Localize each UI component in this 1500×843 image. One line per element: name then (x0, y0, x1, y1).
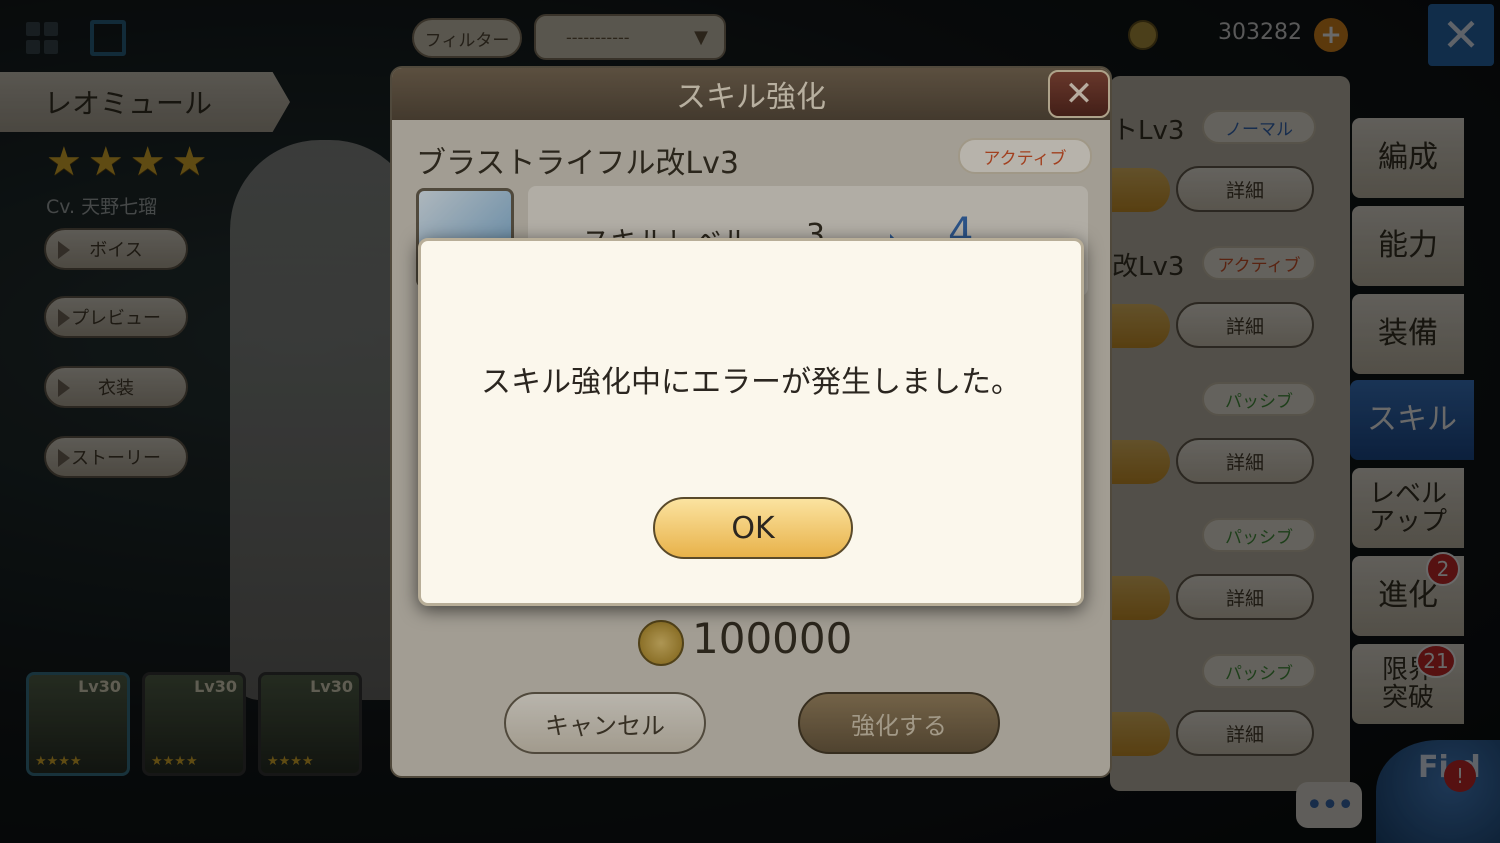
error-message: スキル強化中にエラーが発生しました。 (481, 365, 1021, 400)
error-dialog: スキル強化中にエラーが発生しました。 OK (418, 238, 1084, 606)
ok-button[interactable]: OK (653, 497, 853, 559)
